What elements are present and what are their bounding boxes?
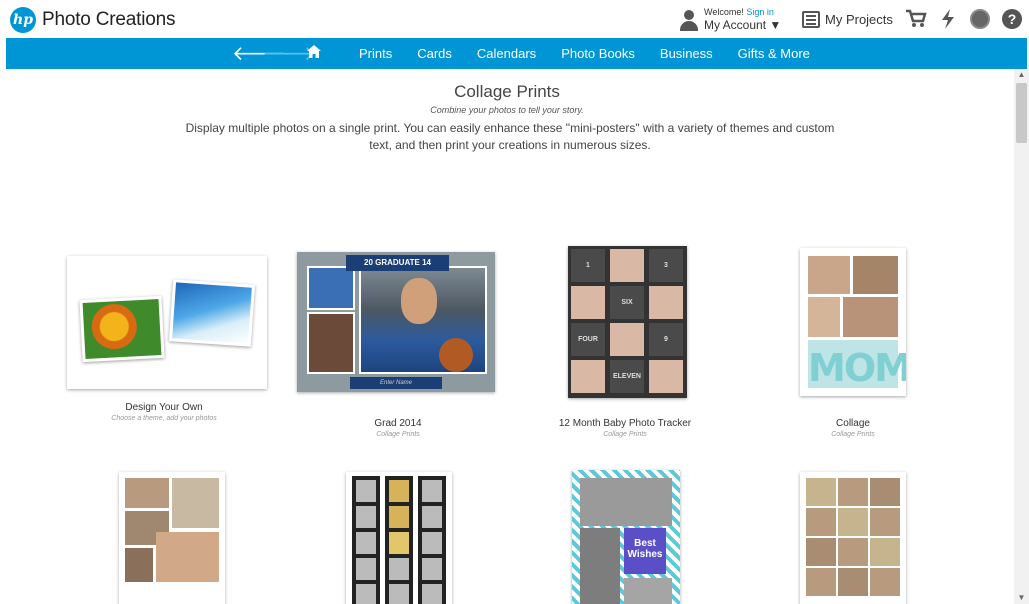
account-menu[interactable]: Welcome! Sign in My Account ▼ (679, 8, 781, 31)
grad-photo-2 (307, 312, 355, 374)
tile-name-baby-tracker[interactable]: 12 Month Baby Photo Tracker (515, 418, 735, 429)
main-nav: 🡐 🡒 Prints Cards Calendars Photo Books B… (6, 38, 1027, 69)
baby-tracker-thumbnail[interactable]: 1 3 SIX FOUR 9 ELEVEN (568, 246, 687, 398)
welcome-text: Welcome! (704, 7, 744, 17)
nav-calendars[interactable]: Calendars (477, 46, 536, 61)
grid-collage-thumbnail[interactable] (800, 472, 906, 604)
nav-prints[interactable]: Prints (359, 46, 392, 61)
grad-name-placeholder: Enter Name (350, 377, 442, 389)
mom-word: MOM (808, 346, 906, 390)
top-bar: hp Photo Creations Welcome! Sign in My A… (0, 0, 1029, 38)
grad-main-photo (359, 266, 487, 374)
tile-sub-grad-2014: Collage Prints (376, 431, 420, 438)
forward-arrow-icon[interactable]: 🡒 (262, 41, 316, 66)
page-description: Display multiple photos on a single prin… (185, 121, 835, 152)
projects-icon (802, 11, 820, 28)
lightning-icon[interactable] (936, 7, 960, 31)
my-projects-link[interactable]: My Projects (802, 11, 893, 28)
my-account-dropdown[interactable]: My Account ▼ (704, 19, 781, 31)
nav-business[interactable]: Business (660, 46, 713, 61)
tile-name-collage[interactable]: Collage (743, 418, 963, 429)
cart-icon[interactable] (904, 7, 928, 31)
nav-cards[interactable]: Cards (417, 46, 452, 61)
nav-gifts-more[interactable]: Gifts & More (738, 46, 810, 61)
best-wishes-card: Best Wishes (624, 528, 666, 574)
scroll-thumb[interactable] (1016, 83, 1027, 143)
filmstrip-collage-thumbnail[interactable] (346, 472, 452, 604)
globe-icon[interactable] (968, 7, 992, 31)
tile-sub-design-your-own: Choose a theme, add your photos (111, 415, 217, 422)
sign-in-link[interactable]: Sign in (746, 7, 774, 17)
hp-logo[interactable]: hp Photo Creations (10, 7, 175, 33)
home-icon[interactable] (294, 44, 334, 63)
tile-name-grad-2014[interactable]: Grad 2014 (288, 418, 508, 429)
tile-sub-collage: Collage Prints (831, 431, 875, 438)
hp-logo-icon: hp (10, 7, 36, 33)
app-title: Photo Creations (42, 9, 176, 30)
sky-photo (168, 279, 256, 347)
page-title: Collage Prints (454, 82, 560, 101)
butterfly-photo (79, 295, 165, 363)
help-icon[interactable]: ? (1000, 7, 1024, 31)
scroll-up-icon[interactable]: ▲ (1014, 69, 1029, 81)
best-wishes-thumbnail[interactable]: Best Wishes (572, 470, 680, 604)
grad-banner: 20 GRADUATE 14 (346, 255, 449, 271)
my-projects-label: My Projects (825, 12, 893, 27)
vertical-scrollbar[interactable]: ▲ ▼ (1014, 69, 1029, 604)
person-icon (679, 9, 699, 31)
collage-mom-thumbnail[interactable]: MOM (800, 248, 906, 396)
back-arrow-icon[interactable]: 🡐 (232, 41, 286, 66)
collage-family-thumbnail[interactable] (119, 472, 225, 604)
scroll-down-icon[interactable]: ▼ (1014, 592, 1029, 604)
page-subtitle: Combine your photos to tell your story. (430, 105, 584, 115)
tile-sub-baby-tracker: Collage Prints (603, 431, 647, 438)
grad-photo-1 (307, 266, 355, 310)
tile-name-design-your-own[interactable]: Design Your Own (54, 402, 274, 413)
grad-2014-thumbnail[interactable]: 20 GRADUATE 14 Enter Name (297, 252, 495, 392)
nav-photo-books[interactable]: Photo Books (561, 46, 635, 61)
design-your-own-thumbnail[interactable] (67, 256, 267, 389)
